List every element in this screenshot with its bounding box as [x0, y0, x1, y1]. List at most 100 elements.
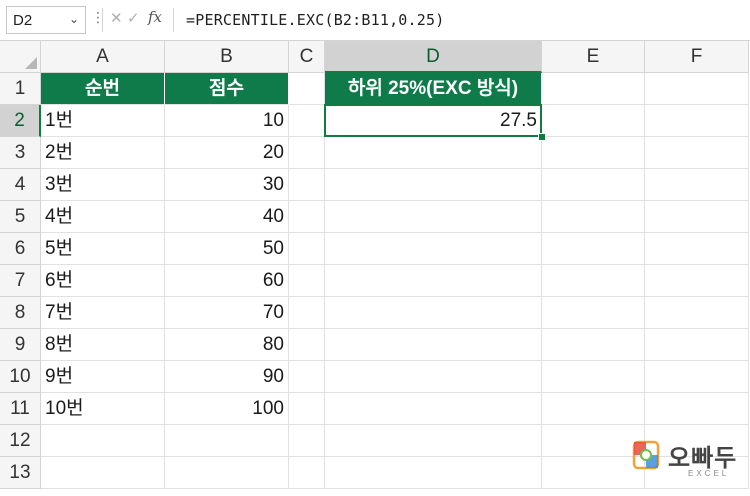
row-header-12[interactable]: 12 [0, 425, 41, 457]
cell-e8[interactable] [542, 297, 645, 329]
cell-a1[interactable]: 순번 [41, 73, 165, 105]
cell-e1[interactable] [542, 73, 645, 105]
cell-f5[interactable] [645, 201, 749, 233]
cancel-icon[interactable]: ✕ [110, 9, 123, 27]
cell-b11[interactable]: 100 [165, 393, 289, 425]
row-header-4[interactable]: 4 [0, 169, 41, 201]
cell-e9[interactable] [542, 329, 645, 361]
cell-d10[interactable] [325, 361, 542, 393]
select-all-button[interactable] [0, 41, 41, 73]
cell-d1[interactable]: 하위 25%(EXC 방식) [325, 73, 542, 105]
cell-d9[interactable] [325, 329, 542, 361]
cell-d2[interactable]: 27.5 [325, 105, 542, 137]
cell-c2[interactable] [289, 105, 325, 137]
cell-d4[interactable] [325, 169, 542, 201]
cell-e6[interactable] [542, 233, 645, 265]
cell-a11[interactable]: 10번 [41, 393, 165, 425]
column-header-b[interactable]: B [165, 41, 289, 73]
column-header-f[interactable]: F [645, 41, 749, 73]
cell-a6[interactable]: 5번 [41, 233, 165, 265]
row-header-3[interactable]: 3 [0, 137, 41, 169]
cell-d11[interactable] [325, 393, 542, 425]
cell-a10[interactable]: 9번 [41, 361, 165, 393]
row-header-2[interactable]: 2 [0, 105, 41, 137]
cell-c5[interactable] [289, 201, 325, 233]
cell-a4[interactable]: 3번 [41, 169, 165, 201]
row-header-5[interactable]: 5 [0, 201, 41, 233]
cell-f8[interactable] [645, 297, 749, 329]
cell-b12[interactable] [165, 425, 289, 457]
fill-handle[interactable] [538, 133, 546, 141]
cell-e4[interactable] [542, 169, 645, 201]
cell-b5[interactable]: 40 [165, 201, 289, 233]
formula-input[interactable]: =PERCENTILE.EXC(B2:B11,0.25) [186, 11, 444, 29]
cell-b7[interactable]: 60 [165, 265, 289, 297]
row-header-8[interactable]: 8 [0, 297, 41, 329]
cell-f7[interactable] [645, 265, 749, 297]
cell-d12[interactable] [325, 425, 542, 457]
cell-c12[interactable] [289, 425, 325, 457]
row-header-6[interactable]: 6 [0, 233, 41, 265]
cell-f1[interactable] [645, 73, 749, 105]
column-header-e[interactable]: E [542, 41, 645, 73]
cell-a9[interactable]: 8번 [41, 329, 165, 361]
column-header-d[interactable]: D [325, 41, 542, 73]
cell-a12[interactable] [41, 425, 165, 457]
cell-c10[interactable] [289, 361, 325, 393]
cell-b13[interactable] [165, 457, 289, 489]
chevron-down-icon[interactable]: ⌄ [69, 12, 79, 26]
cell-f3[interactable] [645, 137, 749, 169]
cell-c7[interactable] [289, 265, 325, 297]
cell-b1[interactable]: 점수 [165, 73, 289, 105]
cell-c9[interactable] [289, 329, 325, 361]
cell-a13[interactable] [41, 457, 165, 489]
insert-function-icon[interactable]: fx [148, 8, 162, 26]
cell-c13[interactable] [289, 457, 325, 489]
cell-c3[interactable] [289, 137, 325, 169]
cell-e7[interactable] [542, 265, 645, 297]
row-header-11[interactable]: 11 [0, 393, 41, 425]
cell-f10[interactable] [645, 361, 749, 393]
enter-check-icon[interactable]: ✓ [127, 9, 140, 27]
cell-d6[interactable] [325, 233, 542, 265]
cell-b8[interactable]: 70 [165, 297, 289, 329]
cell-d13[interactable] [325, 457, 542, 489]
cell-a3[interactable]: 2번 [41, 137, 165, 169]
cell-f6[interactable] [645, 233, 749, 265]
cell-b4[interactable]: 30 [165, 169, 289, 201]
cell-d5[interactable] [325, 201, 542, 233]
cell-a5[interactable]: 4번 [41, 201, 165, 233]
row-header-13[interactable]: 13 [0, 457, 41, 489]
cell-e12[interactable] [542, 425, 645, 457]
cell-b2[interactable]: 10 [165, 105, 289, 137]
cell-e11[interactable] [542, 393, 645, 425]
cell-c11[interactable] [289, 393, 325, 425]
cell-d3[interactable] [325, 137, 542, 169]
row-header-9[interactable]: 9 [0, 329, 41, 361]
cell-a7[interactable]: 6번 [41, 265, 165, 297]
cell-c1[interactable] [289, 73, 325, 105]
cell-b10[interactable]: 90 [165, 361, 289, 393]
cell-f4[interactable] [645, 169, 749, 201]
cell-e13[interactable] [542, 457, 645, 489]
cell-d7[interactable] [325, 265, 542, 297]
cell-a2[interactable]: 1번 [41, 105, 165, 137]
column-header-a[interactable]: A [41, 41, 165, 73]
cell-c4[interactable] [289, 169, 325, 201]
cell-c6[interactable] [289, 233, 325, 265]
cell-f11[interactable] [645, 393, 749, 425]
cell-e10[interactable] [542, 361, 645, 393]
cell-e2[interactable] [542, 105, 645, 137]
cell-d8[interactable] [325, 297, 542, 329]
row-header-7[interactable]: 7 [0, 265, 41, 297]
cell-f9[interactable] [645, 329, 749, 361]
cell-e3[interactable] [542, 137, 645, 169]
cell-b9[interactable]: 80 [165, 329, 289, 361]
row-header-10[interactable]: 10 [0, 361, 41, 393]
cell-a8[interactable]: 7번 [41, 297, 165, 329]
cell-b3[interactable]: 20 [165, 137, 289, 169]
cell-e5[interactable] [542, 201, 645, 233]
column-header-c[interactable]: C [289, 41, 325, 73]
row-header-1[interactable]: 1 [0, 73, 41, 105]
cell-b6[interactable]: 50 [165, 233, 289, 265]
